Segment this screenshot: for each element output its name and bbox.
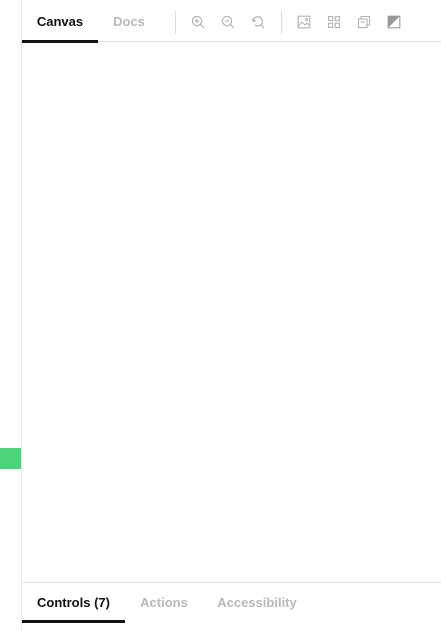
canvas-area[interactable] [22, 43, 441, 582]
grid-button[interactable] [325, 13, 343, 31]
tab-canvas[interactable]: Canvas [22, 0, 98, 43]
addons-panel: Controls (7) Actions Accessibility [22, 582, 441, 631]
tab-accessibility[interactable]: Accessibility [208, 583, 306, 623]
reset-zoom-icon [251, 16, 265, 29]
tab-docs[interactable]: Docs [102, 0, 156, 42]
reset-zoom-button[interactable] [249, 13, 267, 31]
zoom-in-icon [191, 15, 205, 29]
outline-icon [357, 15, 371, 29]
toolbar-separator [281, 11, 282, 34]
contrast-button[interactable] [385, 13, 403, 31]
preview-panel: Canvas Docs Controls (7) Actions Accessi… [21, 0, 441, 631]
outline-button[interactable] [355, 13, 373, 31]
left-gutter [0, 0, 21, 631]
tab-actions[interactable]: Actions [130, 583, 198, 623]
contrast-icon [387, 15, 401, 29]
zoom-out-icon [221, 15, 235, 29]
zoom-in-button[interactable] [189, 13, 207, 31]
preview-toolbar: Canvas Docs [22, 0, 441, 43]
background-button[interactable] [295, 13, 313, 31]
panel-toggle-handle[interactable] [0, 448, 21, 469]
tab-controls[interactable]: Controls (7) [22, 583, 125, 623]
zoom-out-button[interactable] [219, 13, 237, 31]
background-image-icon [297, 15, 311, 29]
toolbar-separator [175, 11, 176, 34]
grid-icon [327, 15, 341, 29]
